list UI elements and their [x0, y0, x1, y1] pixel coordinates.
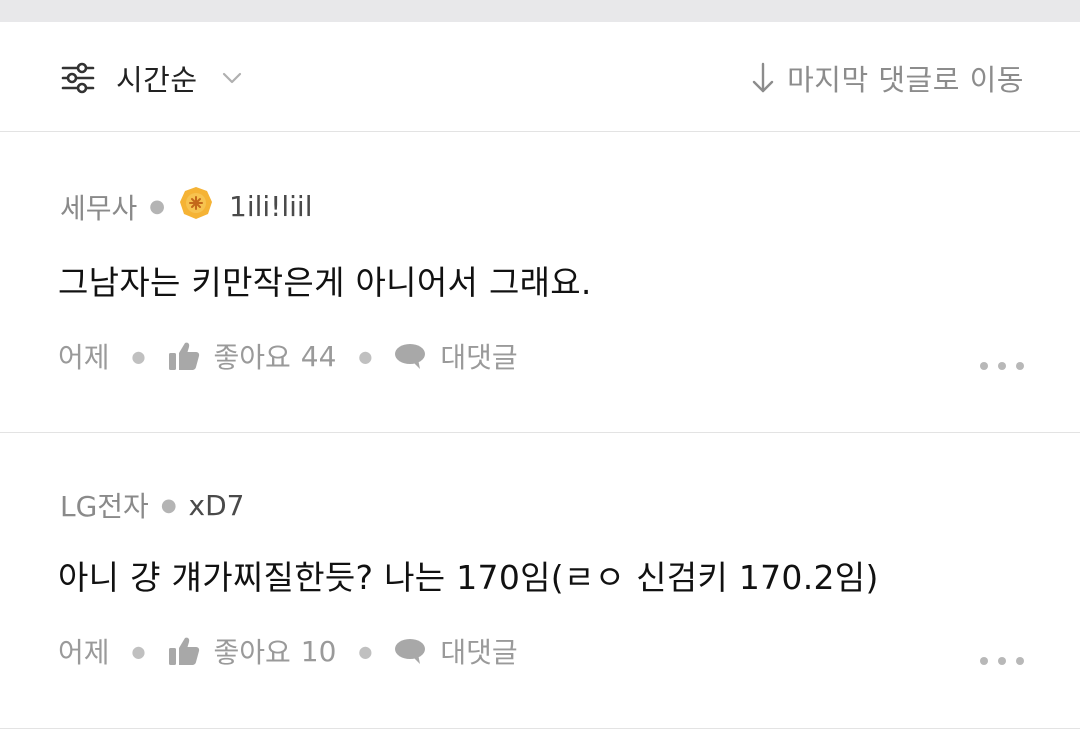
- like-button[interactable]: 좋아요 10: [168, 631, 337, 671]
- more-dot: [998, 657, 1006, 665]
- comment-text: 아니 걍 걔가찌질한듯? 나는 170임(ㄹㅇ 신검키 170.2임): [58, 558, 879, 597]
- jump-to-last-comment-button[interactable]: 마지막 댓글로 이동: [751, 58, 1024, 98]
- comment-meta: LG전자 ● xD7: [60, 485, 245, 525]
- more-dot: [998, 362, 1006, 370]
- separator-dot: ●: [131, 641, 146, 661]
- speech-bubble-icon: [395, 344, 426, 369]
- comment-text: 그남자는 키만작은게 아니어서 그래요.: [58, 263, 592, 302]
- comment-item: LG전자 ● xD7 아니 걍 걔가찌질한듯? 나는 170임(ㄹㅇ 신검키 1…: [0, 433, 1080, 729]
- like-count: 10: [300, 634, 337, 668]
- separator-dot: ●: [131, 346, 146, 366]
- separator-dot: ●: [358, 641, 373, 661]
- comment-meta: 세무사 ● 1ili!liil: [60, 186, 313, 227]
- comment-item: 세무사 ● 1ili!liil 그남자는 키만작은게 아니어서 그래요. 어제 …: [0, 132, 1080, 433]
- sort-label: 시간순: [116, 63, 198, 97]
- reply-button[interactable]: 대댓글: [394, 336, 518, 376]
- more-dot: [980, 657, 988, 665]
- top-strip: [0, 0, 1080, 22]
- jump-label: 마지막 댓글로 이동: [787, 63, 1024, 97]
- like-label: 좋아요: [213, 341, 291, 374]
- author-nickname[interactable]: xD7: [189, 489, 245, 522]
- gold-badge-icon: [179, 186, 213, 227]
- chevron-down-icon: [222, 72, 241, 84]
- more-options-button[interactable]: [980, 356, 1024, 376]
- like-label: 좋아요: [213, 636, 291, 669]
- reply-button[interactable]: 대댓글: [394, 631, 518, 671]
- sort-bar: 시간순 마지막 댓글로 이동: [0, 22, 1080, 132]
- separator-dot: ●: [160, 494, 177, 516]
- separator-dot: ●: [358, 346, 373, 366]
- author-nickname[interactable]: 1ili!liil: [229, 190, 313, 223]
- thumbs-up-icon: [168, 637, 199, 665]
- comment-actions: 어제 ● 좋아요 10 ● 대댓글: [58, 631, 518, 671]
- arrow-down-icon: [752, 62, 774, 93]
- like-count: 44: [300, 339, 337, 373]
- sort-toggle-button[interactable]: 시간순: [60, 58, 242, 98]
- separator-dot: ●: [149, 196, 165, 217]
- company-name: 세무사: [60, 191, 138, 225]
- filter-sliders-icon: [61, 62, 95, 94]
- reply-label: 대댓글: [440, 636, 518, 669]
- comment-actions: 어제 ● 좋아요 44 ● 대댓글: [58, 336, 518, 376]
- comment-time: 어제: [58, 636, 110, 669]
- speech-bubble-icon: [395, 639, 426, 664]
- company-name: LG전자: [60, 490, 149, 523]
- more-dot: [1016, 362, 1024, 370]
- reply-label: 대댓글: [440, 341, 518, 374]
- thumbs-up-icon: [168, 342, 199, 370]
- more-options-button[interactable]: [980, 651, 1024, 671]
- more-dot: [980, 362, 988, 370]
- comment-time: 어제: [58, 341, 110, 374]
- like-button[interactable]: 좋아요 44: [168, 336, 337, 376]
- more-dot: [1016, 657, 1024, 665]
